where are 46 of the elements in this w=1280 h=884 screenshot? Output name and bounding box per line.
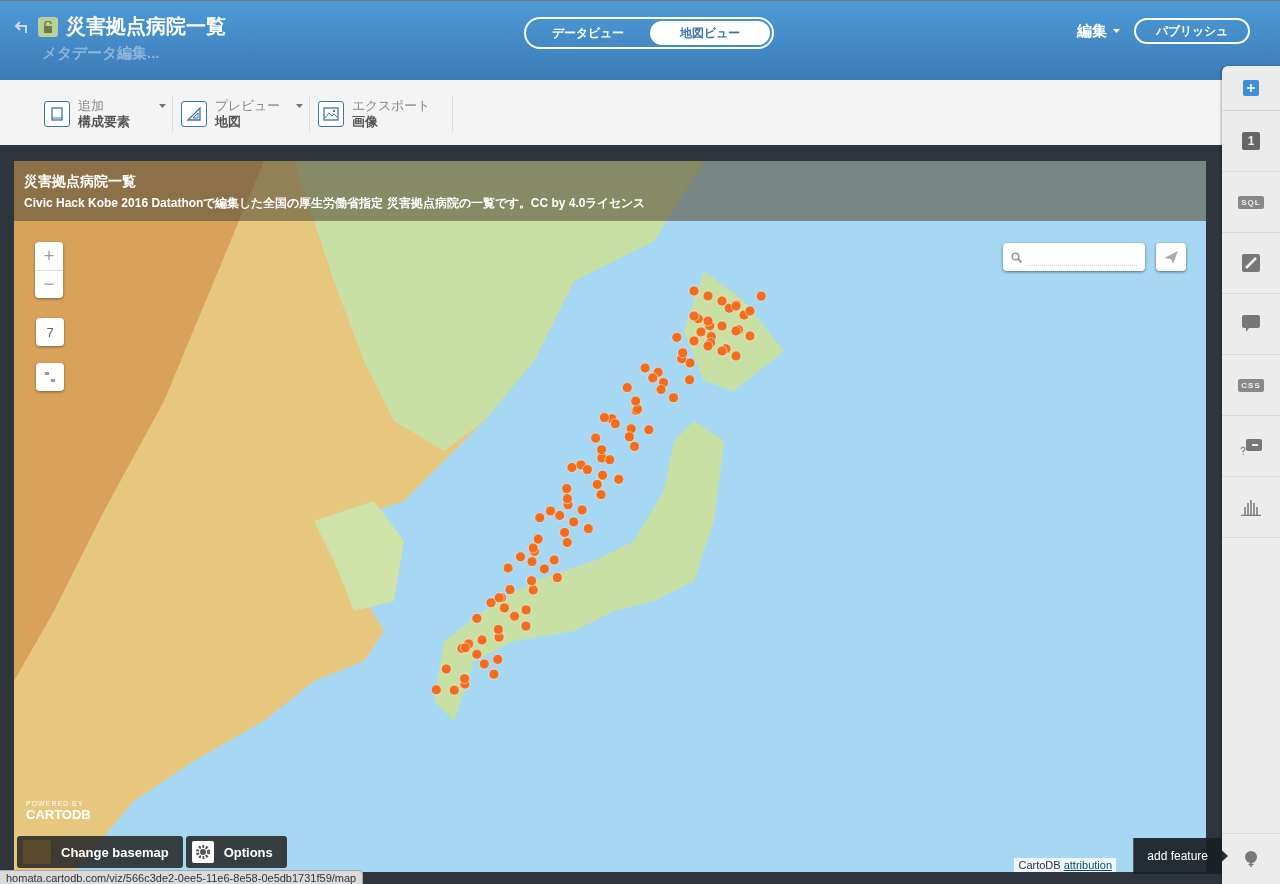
view-tab[interactable]: 地図ビュー [650,21,770,45]
attribution-link[interactable]: attribution [1063,859,1112,871]
add-layer-button[interactable] [1243,80,1259,96]
sidebar-tab[interactable]: SQL [1222,172,1280,233]
back-arrow-icon[interactable] [14,19,30,34]
view-tab[interactable]: データビュー [528,21,648,45]
fullscreen-button[interactable] [36,363,64,391]
toolbar-button[interactable]: 追加 構成要素 [36,96,173,132]
map-title: 災害拠点病院一覧 [66,14,226,39]
plus-icon [1247,84,1255,92]
map-heading: 災害拠点病院一覧 [24,173,137,191]
speech-bubble-icon [1242,315,1260,333]
sidebar-tab[interactable]: 1 [1222,111,1280,172]
change-basemap-button[interactable]: Change basemap [17,836,183,868]
toolbar-button[interactable]: プレビュー 地図 [173,96,310,132]
zoom-in-button[interactable]: + [35,242,63,270]
gear-icon [191,841,214,863]
map-attribution: CartoDB attribution [1014,858,1116,872]
search-icon [1011,251,1022,263]
toolbar-button[interactable]: エクスポート 画像 [310,96,453,132]
triangle-ruler-icon [181,101,207,127]
paper-plane-icon [1164,250,1178,264]
bar-chart-icon [1241,498,1261,516]
lock-icon[interactable] [38,16,58,37]
zoom-level-indicator: 7 [36,318,64,346]
picture-icon [318,101,344,127]
sidebar-tab[interactable]: CSS [1222,355,1280,416]
legend-icon [1240,437,1262,455]
search-field[interactable] [1003,243,1145,271]
basemap-thumbnail [23,840,51,864]
options-button[interactable]: Options [185,836,287,868]
logo-text: CARTODB [26,807,91,822]
publish-button[interactable]: パブリッシュ [1134,18,1250,44]
badge-label: CSS [1238,378,1264,392]
square-icon [44,101,70,127]
map-description: Civic Hack Kobe 2016 Datathonで編集した全国の厚生労働省指定 災害拠点病院の一覧です。CC by 4.0ライセンス [24,195,647,212]
layer-number: 1 [1242,132,1260,150]
locate-button[interactable] [1156,243,1186,271]
add-marker-icon[interactable] [1244,851,1258,867]
caret-icon [1113,29,1120,33]
brush-icon [1242,254,1260,272]
edit-menu[interactable]: 編集 [1077,21,1120,41]
badge-label: SQL [1238,195,1264,209]
zoom-out-button[interactable]: − [35,270,63,298]
status-url: homata.cartodb.com/viz/566c3de2-0ee5-11e6-8e58-0e5db1731f59/map [6,872,357,884]
add-feature-tooltip: add feature [1133,838,1228,874]
